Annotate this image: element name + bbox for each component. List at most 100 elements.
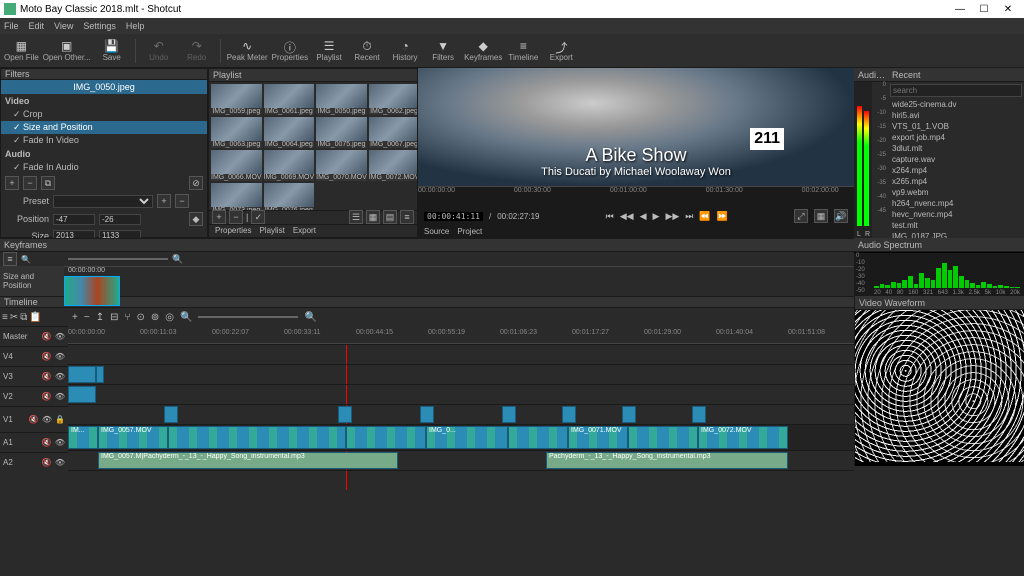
tl-cut-icon[interactable]: ✂: [10, 312, 18, 323]
playlist-check-button[interactable]: ✓: [251, 210, 265, 224]
tl-append-icon[interactable]: +: [72, 312, 78, 323]
minimize-button[interactable]: —: [948, 4, 972, 15]
transport-button[interactable]: ◀◀: [620, 211, 634, 222]
zoom-out-icon[interactable]: 🔍: [21, 255, 31, 264]
timeline-clip[interactable]: [68, 386, 96, 403]
tl-zoom-out-icon[interactable]: 🔍: [180, 312, 192, 323]
tl-snap-icon[interactable]: ⊙: [136, 312, 144, 323]
preview-tab[interactable]: Project: [457, 227, 482, 236]
transport-button[interactable]: ⏮: [606, 211, 614, 222]
playlist-tab[interactable]: Playlist: [259, 226, 284, 235]
track-v3[interactable]: [68, 384, 854, 404]
menu-view[interactable]: View: [54, 21, 73, 31]
recent-item[interactable]: h264_nvenc.mp4: [888, 198, 1024, 209]
kf-zoom-slider[interactable]: [68, 258, 168, 260]
timecode-current[interactable]: 00:00:41:11: [424, 212, 483, 221]
track-a1[interactable]: IMG_0057.M|Pachyderm_-_13_-_Happy_Song_i…: [68, 450, 854, 470]
add-filter-button[interactable]: +: [5, 176, 19, 190]
playlist-item[interactable]: IMG_0075.jpeg: [316, 117, 367, 148]
track-head-v2[interactable]: V2🔇👁: [0, 386, 68, 406]
toolbar-export-button[interactable]: ⤴Export: [544, 36, 578, 66]
recent-item[interactable]: test.mlt: [888, 220, 1024, 231]
timeline-audio-clip[interactable]: Pachyderm_-_13_-_Happy_Song_instrumental…: [546, 452, 788, 469]
timeline-clip[interactable]: [420, 406, 434, 423]
filter-item[interactable]: ✓ Fade In Video: [1, 134, 207, 147]
toolbar-save-button[interactable]: 💾Save: [95, 36, 129, 66]
tl-copy-icon[interactable]: ⧉: [20, 312, 27, 323]
track-a2[interactable]: [68, 470, 854, 490]
menu-settings[interactable]: Settings: [83, 21, 116, 31]
track-v2[interactable]: [68, 404, 854, 424]
zoom-in-icon[interactable]: 🔍: [172, 254, 183, 265]
toolbar-undo-button[interactable]: ↶Undo: [142, 36, 176, 66]
recent-item[interactable]: hiri5.avi: [888, 110, 1024, 121]
playlist-tab[interactable]: Export: [293, 226, 316, 235]
timeline-clip[interactable]: IMG_0072.MOV: [698, 426, 788, 449]
transport-button[interactable]: ▶▶: [665, 211, 679, 222]
track-head-v1[interactable]: V1🔇👁🔒: [0, 406, 68, 432]
menu-file[interactable]: File: [4, 21, 19, 31]
toolbar-filters-button[interactable]: ▼Filters: [426, 36, 460, 66]
recent-item[interactable]: x264.mp4: [888, 165, 1024, 176]
timeline-clip[interactable]: IMG_0071.MOV: [568, 426, 628, 449]
tl-remove-icon[interactable]: −: [84, 312, 90, 323]
recent-item[interactable]: export job.mp4: [888, 132, 1024, 143]
playlist-item[interactable]: IMG_0061.jpeg: [264, 84, 315, 115]
recent-item[interactable]: vp9.webm: [888, 187, 1024, 198]
playlist-item[interactable]: IMG_0069.MOV: [264, 150, 315, 181]
preset-select[interactable]: [53, 195, 153, 208]
tl-split-icon[interactable]: ⑂: [124, 312, 130, 323]
timeline-clip[interactable]: [346, 426, 426, 449]
recent-item[interactable]: VTS_01_1.VOB: [888, 121, 1024, 132]
timeline-clip[interactable]: [68, 366, 96, 383]
preview-grid-button[interactable]: ▦: [814, 209, 828, 223]
track-v1[interactable]: IM...IMG_0057.MOVIMG_0...IMG_0071.MOVIMG…: [68, 424, 854, 450]
tl-paste-icon[interactable]: 📋: [29, 312, 41, 323]
preview-video[interactable]: 211 A Bike Show This Ducati by Michael W…: [418, 68, 854, 186]
kf-clip-thumb[interactable]: [64, 276, 120, 306]
maximize-button[interactable]: ☐: [972, 4, 996, 15]
playlist-item[interactable]: IMG_0067.jpeg: [369, 117, 417, 148]
timeline-clip[interactable]: [164, 406, 178, 423]
playlist-item[interactable]: IMG_0050.jpeg: [316, 84, 367, 115]
playlist-menu-button[interactable]: ≡: [400, 210, 414, 224]
track-v4[interactable]: [68, 364, 854, 384]
close-button[interactable]: ✕: [996, 4, 1020, 15]
recent-item[interactable]: capture.wav: [888, 154, 1024, 165]
recent-search-input[interactable]: [890, 84, 1022, 97]
recent-item[interactable]: x265.mp4: [888, 176, 1024, 187]
playlist-tab[interactable]: Properties: [215, 226, 251, 235]
track-master[interactable]: [68, 344, 854, 364]
tl-menu-icon[interactable]: ≡: [2, 312, 8, 323]
timeline-clip[interactable]: [168, 426, 346, 449]
preview-tab[interactable]: Source: [424, 227, 449, 236]
playlist-view-details-button[interactable]: ☰: [349, 210, 363, 224]
tl-overwrite-icon[interactable]: ⊟: [110, 312, 118, 323]
kf-menu-button[interactable]: ≡: [3, 252, 17, 266]
toolbar-recent-button[interactable]: ⏱Recent: [350, 36, 384, 66]
toolbar-timeline-button[interactable]: ≡Timeline: [506, 36, 540, 66]
tl-lift-icon[interactable]: ↥: [96, 312, 104, 323]
filter-item[interactable]: ✓ Size and Position: [1, 121, 207, 134]
tl-ripple-icon[interactable]: ◎: [165, 312, 174, 323]
preview-ruler[interactable]: 00:00:00:0000:00:30:0000:01:00:0000:01:3…: [418, 186, 854, 208]
timeline-clip[interactable]: [562, 406, 576, 423]
track-head-a2[interactable]: A2🔇👁: [0, 452, 68, 472]
playlist-item[interactable]: IMG_0063.jpeg: [211, 117, 262, 148]
delete-preset-button[interactable]: −: [175, 194, 189, 208]
toolbar-peak-meter-button[interactable]: ∿Peak Meter: [227, 36, 268, 66]
tl-zoom-in-icon[interactable]: 🔍: [304, 312, 316, 323]
timeline-clip[interactable]: [338, 406, 352, 423]
timeline-clip[interactable]: IM...: [68, 426, 98, 449]
position-x-input[interactable]: [53, 214, 95, 225]
timeline-clip[interactable]: [622, 406, 636, 423]
save-preset-button[interactable]: +: [157, 194, 171, 208]
playlist-remove-button[interactable]: −: [229, 210, 243, 224]
transport-button[interactable]: ⏩: [717, 211, 728, 222]
timeline-clip[interactable]: IMG_0...: [426, 426, 508, 449]
playlist-item[interactable]: IMG_0076.jpeg: [264, 183, 315, 209]
playlist-item[interactable]: IMG_0062.jpeg: [369, 84, 417, 115]
toolbar-playlist-button[interactable]: ☰Playlist: [312, 36, 346, 66]
toolbar-history-button[interactable]: ◔History: [388, 36, 422, 66]
transport-button[interactable]: ▶: [653, 211, 660, 222]
